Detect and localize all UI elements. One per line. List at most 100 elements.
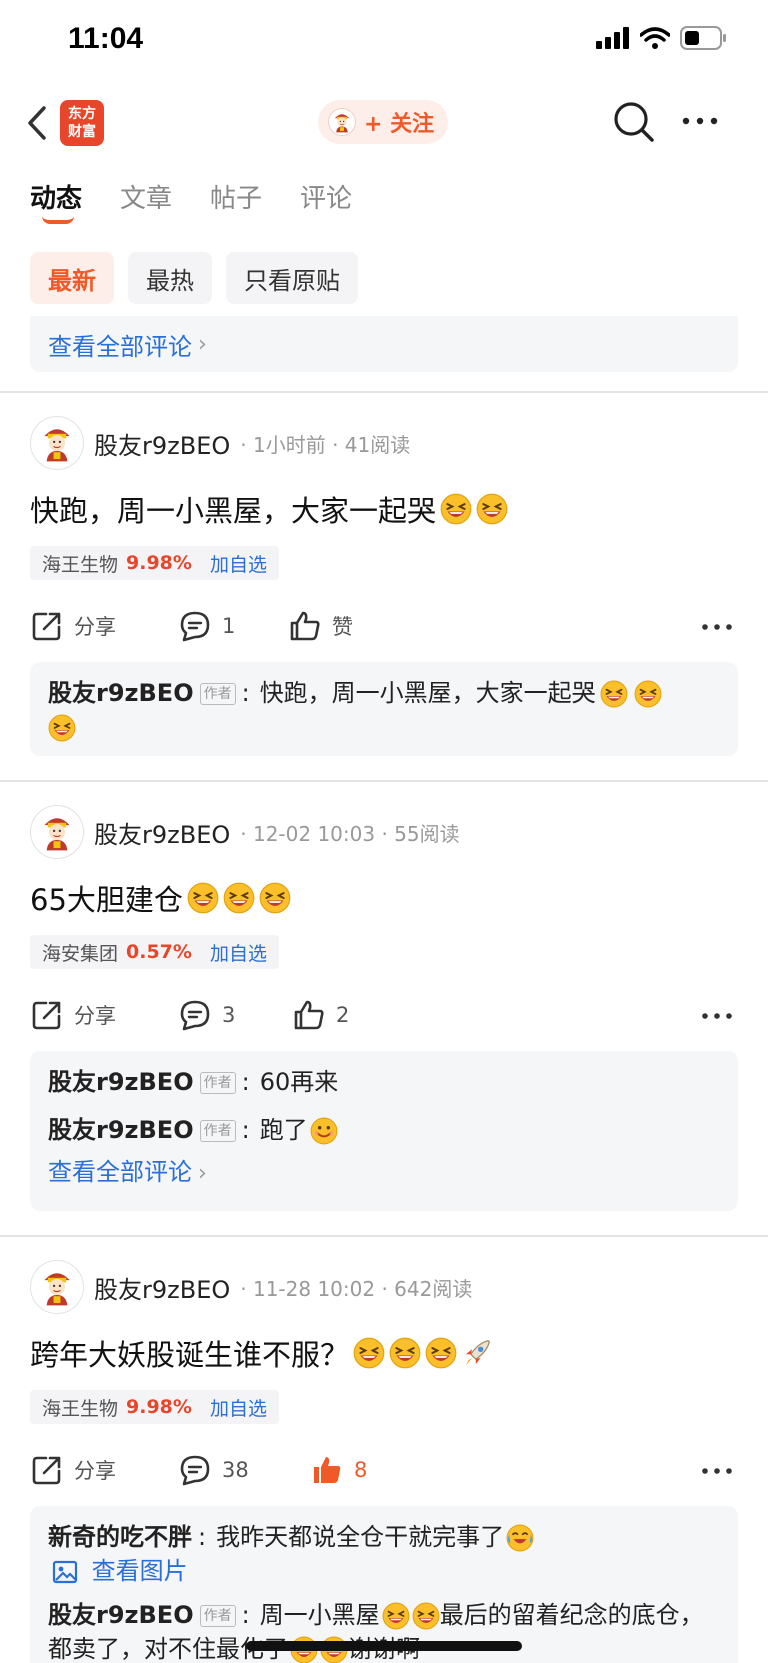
- reply-author[interactable]: 新奇的吃不胖: [48, 1523, 192, 1551]
- avatar[interactable]: [30, 416, 84, 470]
- follow-label: + 关注: [364, 112, 435, 137]
- share-icon: [32, 1456, 61, 1485]
- search-icon[interactable]: [612, 100, 656, 144]
- signal-icon: [596, 27, 629, 49]
- comment-button[interactable]: 1: [178, 609, 288, 643]
- add-watchlist-button[interactable]: 加自选: [210, 1394, 267, 1421]
- chevron-right-icon: ›: [198, 1161, 207, 1186]
- tab-posts[interactable]: 帖子: [210, 178, 262, 215]
- reply-box[interactable]: 股友r9zBEO 作者: 快跑，周一小黑屋，大家一起哭: [30, 662, 738, 756]
- reply-author[interactable]: 股友r9zBEO: [48, 1068, 194, 1096]
- follow-avatar: [328, 108, 356, 136]
- comment-button[interactable]: 3: [178, 998, 292, 1032]
- post-meta: · 1小时前 · 41阅读: [240, 432, 411, 457]
- share-button[interactable]: 分享: [30, 609, 178, 643]
- laugh-emoji-icon: [440, 493, 472, 525]
- filter-bar: 最新 最热 只看原贴: [30, 252, 358, 304]
- status-bar: 11:04: [0, 0, 768, 84]
- view-all-comments-link[interactable]: 查看全部评论: [48, 327, 192, 362]
- laugh-emoji-icon: [353, 1337, 385, 1369]
- post-header: 股友r9zBEO · 12-02 10:03 · 55阅读: [30, 805, 460, 859]
- post-more-icon[interactable]: [700, 1456, 734, 1486]
- share-button[interactable]: 分享: [30, 998, 178, 1032]
- author-name[interactable]: 股友r9zBEO: [94, 426, 230, 461]
- comment-icon: [180, 1455, 210, 1486]
- post-content[interactable]: 跨年大妖股诞生谁不服？: [30, 1332, 493, 1374]
- author-badge: 作者: [199, 1120, 236, 1142]
- comment-button[interactable]: 38: [178, 1453, 310, 1487]
- reply-item[interactable]: 股友r9zBEO 作者: 快跑，周一小黑屋，大家一起哭: [48, 676, 720, 744]
- stock-tag[interactable]: 海安集团 0.57% 加自选: [30, 935, 279, 969]
- laugh-emoji-icon: [259, 882, 291, 914]
- reply-author[interactable]: 股友r9zBEO: [48, 1116, 194, 1144]
- post-actions: 分享 1 赞: [30, 604, 738, 648]
- avatar[interactable]: [30, 805, 84, 859]
- wifi-icon: [640, 27, 670, 49]
- more-icon[interactable]: [680, 106, 720, 136]
- post-header: 股友r9zBEO · 11-28 10:02 · 642阅读: [30, 1260, 472, 1314]
- filter-original-only[interactable]: 只看原贴: [226, 252, 358, 304]
- author-name[interactable]: 股友r9zBEO: [94, 1270, 230, 1305]
- view-all-comments-link[interactable]: 查看全部评论: [48, 1158, 192, 1186]
- author-badge: 作者: [199, 1072, 236, 1094]
- post-meta: · 12-02 10:03 · 55阅读: [240, 821, 460, 846]
- laugh-emoji-icon: [633, 680, 662, 708]
- reply-box[interactable]: 新奇的吃不胖: 我昨天都说全仓干就完事了 查看图片 股友r9zBEO 作者: 周一小黑…: [30, 1506, 738, 1663]
- laugh-emoji-icon: [187, 882, 219, 914]
- laugh-emoji-icon: [223, 882, 255, 914]
- stock-tag[interactable]: 海王生物 9.98% 加自选: [30, 546, 279, 580]
- tab-bar: 动态 文章 帖子 评论: [30, 178, 352, 224]
- like-button[interactable]: 8: [310, 1453, 367, 1487]
- laugh-emoji-icon: [411, 1602, 440, 1630]
- author-name[interactable]: 股友r9zBEO: [94, 815, 230, 850]
- cry-laugh-emoji-icon: [506, 1524, 534, 1552]
- author-badge: 作者: [199, 683, 236, 705]
- post-more-icon[interactable]: [700, 1001, 734, 1031]
- share-icon: [32, 612, 61, 641]
- like-button[interactable]: 赞: [288, 609, 353, 643]
- previous-reply-box: 查看全部评论 ›: [30, 316, 738, 372]
- post-more-icon[interactable]: [700, 612, 734, 642]
- home-indicator[interactable]: [246, 1641, 522, 1651]
- rocket-emoji-icon: [465, 1340, 490, 1366]
- post-meta: · 11-28 10:02 · 642阅读: [240, 1276, 473, 1301]
- view-all-row: 查看全部评论 ›: [48, 1155, 720, 1191]
- laugh-emoji-icon: [389, 1337, 421, 1369]
- like-button[interactable]: 2: [292, 998, 349, 1032]
- reply-item[interactable]: 股友r9zBEO 作者: 跑了: [48, 1113, 720, 1147]
- reply-box[interactable]: 股友r9zBEO 作者:60再来 股友r9zBEO 作者: 跑了 查看全部评论 ›: [30, 1051, 738, 1211]
- tab-comments[interactable]: 评论: [300, 178, 352, 215]
- laugh-emoji-icon: [48, 714, 76, 742]
- filter-hottest[interactable]: 最热: [128, 252, 212, 304]
- post-actions: 分享 38 8: [30, 1448, 738, 1492]
- reply-author[interactable]: 股友r9zBEO: [48, 1601, 194, 1629]
- comment-icon: [180, 611, 210, 642]
- post-content[interactable]: 65大胆建仓: [30, 877, 291, 919]
- back-arrow-icon[interactable]: [22, 100, 58, 146]
- reply-item[interactable]: 股友r9zBEO 作者:60再来: [48, 1065, 720, 1099]
- laugh-emoji-icon: [599, 680, 628, 708]
- stock-tag[interactable]: 海王生物 9.98% 加自选: [30, 1390, 279, 1424]
- tab-dynamic[interactable]: 动态: [30, 178, 82, 224]
- laugh-emoji-icon: [476, 493, 508, 525]
- image-icon: [52, 1560, 78, 1584]
- app-logo[interactable]: 东方 财富: [60, 100, 104, 146]
- smile-emoji-icon: [309, 1117, 338, 1145]
- comment-icon: [180, 1000, 210, 1031]
- author-badge: 作者: [199, 1605, 236, 1627]
- tab-articles[interactable]: 文章: [120, 178, 172, 215]
- reply-item[interactable]: 股友r9zBEO作者:周一小黑屋最后的留着纪念的底仓，都卖了，对不住最化了谢谢啊: [48, 1598, 720, 1663]
- avatar[interactable]: [30, 1260, 84, 1314]
- reply-author[interactable]: 股友r9zBEO: [48, 679, 194, 707]
- tab-indicator: [42, 216, 74, 224]
- filter-latest[interactable]: 最新: [30, 252, 114, 304]
- add-watchlist-button[interactable]: 加自选: [210, 550, 267, 577]
- reply-item[interactable]: 新奇的吃不胖: 我昨天都说全仓干就完事了: [48, 1520, 720, 1554]
- follow-button[interactable]: + 关注: [318, 100, 448, 144]
- share-button[interactable]: 分享: [30, 1453, 178, 1487]
- view-image-link[interactable]: 查看图片: [48, 1554, 720, 1588]
- post-content[interactable]: 快跑，周一小黑屋，大家一起哭: [30, 488, 508, 530]
- divider: [0, 1235, 768, 1237]
- laugh-emoji-icon: [381, 1602, 410, 1630]
- add-watchlist-button[interactable]: 加自选: [210, 939, 267, 966]
